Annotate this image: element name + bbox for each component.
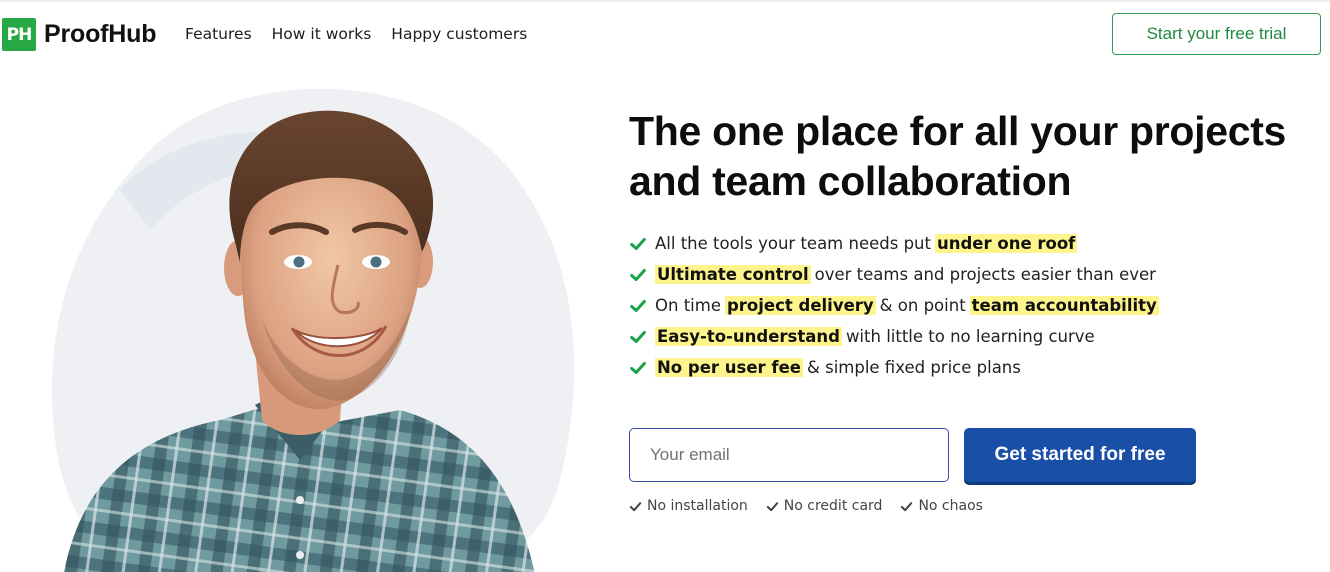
feature-item: No per user fee & simple fixed price pla… <box>629 352 1160 383</box>
feature-item: Easy-to-understand with little to no lea… <box>629 321 1160 352</box>
nav-happy-customers[interactable]: Happy customers <box>391 25 527 43</box>
nav-features[interactable]: Features <box>185 25 252 43</box>
feature-text: over teams and projects easier than ever <box>814 265 1156 284</box>
green-check-icon <box>630 237 646 250</box>
feature-highlight: Easy-to-understand <box>655 327 842 346</box>
feature-text: On time <box>655 296 721 315</box>
feature-text: & simple fixed price plans <box>806 358 1021 377</box>
feature-highlight: under one roof <box>934 234 1078 253</box>
green-check-icon <box>630 268 646 281</box>
get-started-button[interactable]: Get started for free <box>964 428 1196 482</box>
check-icon <box>901 501 913 511</box>
perk-label: No installation <box>647 498 748 514</box>
logo-wordmark: ProofHub <box>44 20 157 48</box>
check-icon <box>629 501 642 511</box>
perk-label: No chaos <box>918 498 983 514</box>
perk-label: No credit card <box>783 498 883 514</box>
start-free-trial-button[interactable]: Start your free trial <box>1112 13 1321 55</box>
feature-highlight: No per user fee <box>655 358 803 377</box>
feature-list: All the tools your team needs put under … <box>629 228 1160 383</box>
perk-item: No chaos <box>900 498 983 514</box>
nav-how-it-works[interactable]: How it works <box>272 25 372 43</box>
hero-headline: The one place for all your projects and … <box>629 108 1287 204</box>
signup-perks: No installation No credit card No chaos <box>629 498 983 514</box>
feature-highlight: project delivery <box>724 296 876 315</box>
feature-item: All the tools your team needs put under … <box>629 228 1160 259</box>
feature-text: & on point <box>879 296 966 315</box>
feature-item: Ultimate control over teams and projects… <box>629 259 1160 290</box>
main-nav: Features How it works Happy customers <box>185 25 527 43</box>
hero-photo-man-smiling <box>0 70 620 572</box>
green-check-icon <box>630 330 646 343</box>
site-header: PH ProofHub Features How it works Happy … <box>0 0 1330 70</box>
perk-item: No installation <box>629 498 748 514</box>
feature-text: All the tools your team needs put <box>655 234 931 253</box>
email-input[interactable] <box>629 428 949 482</box>
green-check-icon <box>630 361 646 374</box>
check-icon <box>766 501 778 511</box>
feature-item: On time project delivery & on point team… <box>629 290 1160 321</box>
feature-text: with little to no learning curve <box>845 327 1095 346</box>
proofhub-logo[interactable]: PH ProofHub <box>2 18 156 51</box>
feature-highlight: team accountability <box>969 296 1159 315</box>
logo-badge: PH <box>2 18 36 51</box>
perk-item: No credit card <box>766 498 883 514</box>
feature-highlight: Ultimate control <box>655 265 811 284</box>
green-check-icon <box>630 299 646 312</box>
